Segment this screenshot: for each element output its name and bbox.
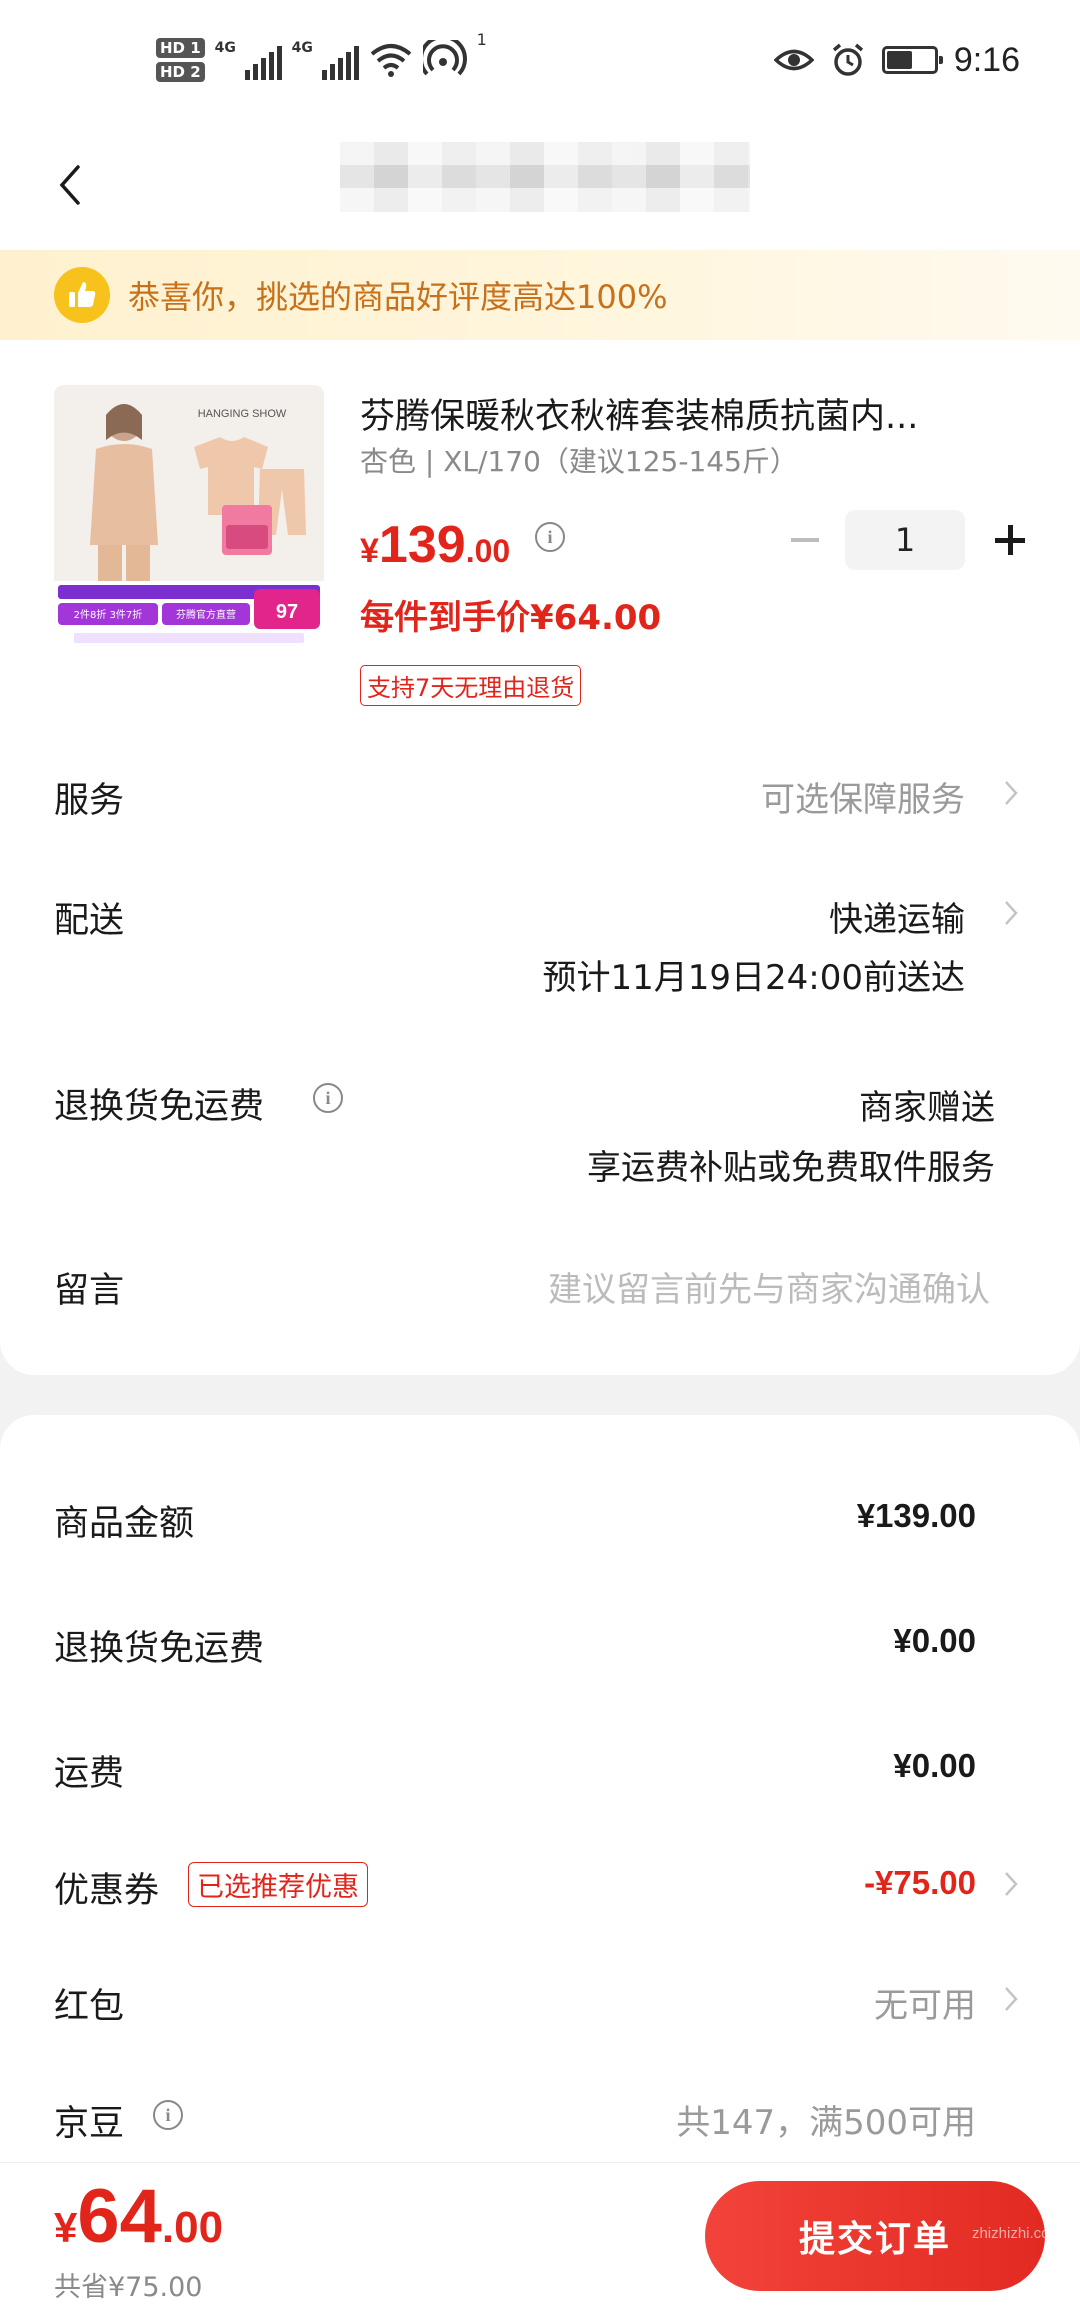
message-input[interactable]: 建议留言前先与商家沟通确认 xyxy=(548,1262,990,1311)
network-type-2: 4G xyxy=(291,40,313,56)
thumbs-up-icon xyxy=(54,267,110,323)
quantity-value[interactable]: 1 xyxy=(845,510,965,570)
increase-button[interactable] xyxy=(980,510,1040,570)
banner-text: 恭喜你，挑选的商品好评度高达100% xyxy=(128,278,668,316)
return-fee-label: 退换货免运费 xyxy=(54,1629,265,1669)
image-promo-right: 芬腾官方直营 xyxy=(176,608,236,621)
checkout-bar: ¥64.00 共省¥75.00 提交订单 xyxy=(0,2162,1080,2310)
eye-icon xyxy=(773,49,814,71)
shipping-label: 运费 xyxy=(54,1754,125,1794)
chevron-right-icon xyxy=(1005,781,1018,805)
signal-icon-2: 4G xyxy=(292,40,359,80)
red-packet-label: 红包 xyxy=(54,1987,125,2027)
return-freight-value: 商家赠送 xyxy=(859,1088,995,1128)
jingdou-value: 共147，满500可用 xyxy=(676,2103,976,2143)
back-button[interactable] xyxy=(40,150,100,220)
image-promo-price: 97 xyxy=(276,601,298,623)
chevron-left-icon xyxy=(59,165,80,205)
price-currency: ¥ xyxy=(360,532,379,570)
decrease-button[interactable] xyxy=(785,510,825,570)
service-value: 可选保障服务 xyxy=(761,780,965,820)
hd1-badge: HD 1 xyxy=(156,38,205,58)
delivery-eta: 预计11月19日24:00前送达 xyxy=(542,958,965,998)
hd-badges: HD 1 HD 2 xyxy=(156,38,205,82)
image-promo-left: 2件8折 3件7折 xyxy=(74,608,143,621)
battery-icon xyxy=(881,46,943,74)
price-info-icon[interactable]: i xyxy=(535,522,565,552)
return-freight-info-icon[interactable]: i xyxy=(313,1083,343,1113)
delivery-value: 快递运输 xyxy=(829,900,965,940)
product-spec[interactable]: 杏色 | XL/170（建议125-145斤） xyxy=(360,440,798,480)
product-title[interactable]: 芬腾保暖秋衣秋裤套装棉质抗菌内... xyxy=(360,388,1000,439)
price-integer: 139 xyxy=(378,516,466,574)
service-label: 服务 xyxy=(54,781,125,821)
signal-icon-1: 4G xyxy=(215,40,282,80)
total-integer: 64 xyxy=(77,2174,162,2259)
total-currency: ¥ xyxy=(54,2204,78,2251)
status-left-group: HD 1 HD 2 4G 4G 1 xyxy=(156,30,487,90)
alarm-icon xyxy=(832,43,863,76)
goods-amount-value: ¥139.00 xyxy=(856,1497,976,1534)
chevron-right-icon xyxy=(1005,1987,1018,2011)
quantity-stepper: 1 xyxy=(785,510,1040,570)
return-freight-sub: 享运费补贴或免费取件服务 xyxy=(587,1148,995,1188)
per-item-price: 每件到手价¥64.00 xyxy=(360,598,662,638)
total-saved: 共省¥75.00 xyxy=(54,2272,203,2303)
page-title-blurred xyxy=(340,142,750,212)
hotspot-icon xyxy=(422,40,467,76)
return-freight-label: 退换货免运费 xyxy=(54,1087,265,1127)
wifi-icon xyxy=(370,44,411,77)
hotspot-count: 1 xyxy=(476,30,487,49)
goods-amount-label: 商品金额 xyxy=(54,1504,195,1544)
status-right-group: 9:16 xyxy=(773,30,1020,90)
coupon-recommended-badge: 已选推荐优惠 xyxy=(188,1862,368,1907)
product-price: ¥139.00 xyxy=(360,515,510,575)
shipping-value: ¥0.00 xyxy=(893,1747,976,1784)
jingdou-label: 京豆 xyxy=(54,2104,125,2144)
hd2-badge: HD 2 xyxy=(156,62,205,82)
total-decimal: .00 xyxy=(161,2203,224,2252)
return-policy-badge: 支持7天无理由退货 xyxy=(360,665,582,706)
battery-fill xyxy=(886,51,913,69)
price-summary-card: 商品金额 ¥139.00 退换货免运费 ¥0.00 运费 ¥0.00 优惠券 已… xyxy=(0,1415,1080,2175)
coupon-value: -¥75.00 xyxy=(864,1864,976,1901)
watermark: zhizhizhi.com xyxy=(971,2225,1062,2242)
top-nav xyxy=(0,120,1080,250)
status-bar: HD 1 HD 2 4G 4G 1 9:16 xyxy=(0,0,1080,120)
clock-time: 9:16 xyxy=(953,40,1020,79)
rating-banner: 恭喜你，挑选的商品好评度高达100% xyxy=(0,250,1080,340)
product-image[interactable]: HANGING SHOW 2件8折 3件7折 芬腾官方直营 97 xyxy=(54,385,324,655)
return-fee-value: ¥0.00 xyxy=(893,1622,976,1659)
total-price: ¥64.00 xyxy=(54,2173,223,2260)
delivery-label: 配送 xyxy=(54,901,125,941)
jingdou-info-icon[interactable]: i xyxy=(153,2100,183,2130)
image-caption: HANGING SHOW xyxy=(198,408,287,420)
minus-icon xyxy=(791,538,819,542)
red-packet-value: 无可用 xyxy=(874,1986,976,2026)
price-decimal: .00 xyxy=(465,533,511,569)
chevron-right-icon xyxy=(1005,1872,1018,1896)
order-card: HANGING SHOW 2件8折 3件7折 芬腾官方直营 97 芬腾保暖秋衣秋… xyxy=(0,340,1080,1375)
coupon-label: 优惠券 xyxy=(54,1871,160,1911)
network-type-1: 4G xyxy=(214,40,236,56)
message-label: 留言 xyxy=(54,1271,125,1311)
chevron-right-icon xyxy=(1005,901,1018,925)
